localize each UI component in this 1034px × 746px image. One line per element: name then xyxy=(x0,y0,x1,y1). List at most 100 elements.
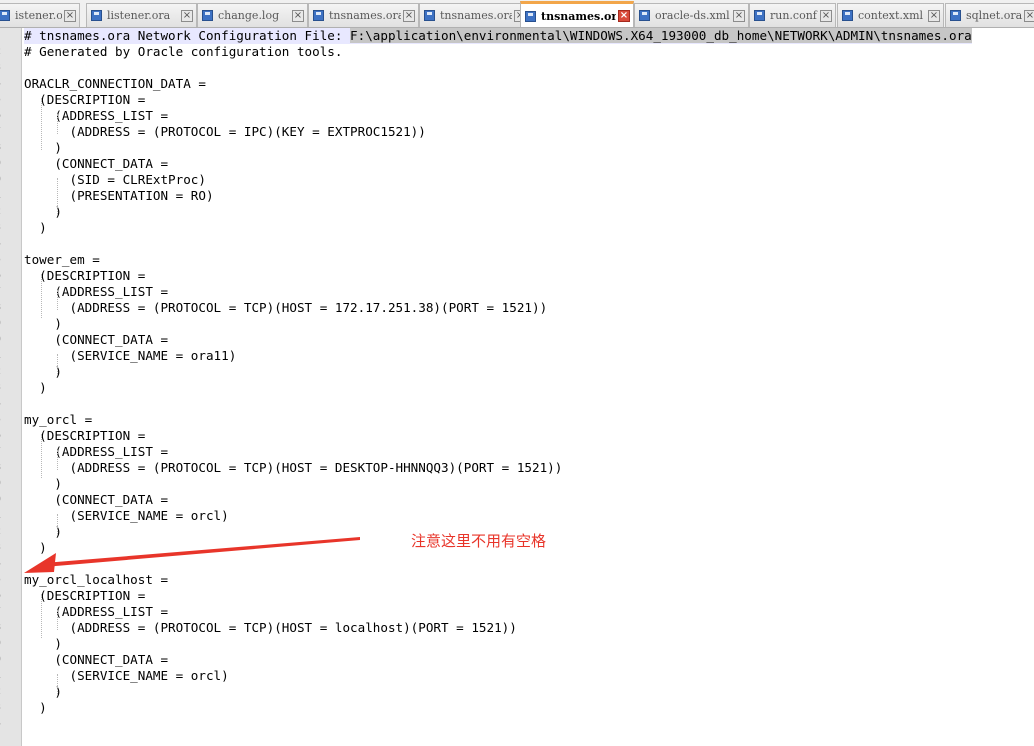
annotation-note: 注意这里不用有空格 xyxy=(411,532,547,550)
line-number: 3 xyxy=(0,700,1,716)
indent-guide xyxy=(57,178,58,214)
line-number: 0 xyxy=(0,652,1,668)
line-number: 4 xyxy=(0,716,1,732)
line-number: 8 xyxy=(0,300,1,316)
code-line: (SERVICE_NAME = ora11) xyxy=(24,348,237,363)
line-number: 0 xyxy=(0,332,1,348)
file-path: F:\application\environmental\WINDOWS.X64… xyxy=(350,28,972,43)
code-line: (ADDRESS_LIST = xyxy=(24,108,169,123)
code-line: (SERVICE_NAME = orcl) xyxy=(24,508,229,523)
tab-9[interactable]: sqlnet.ora × xyxy=(945,3,1034,27)
tab-4[interactable]: tnsnames.ora× xyxy=(419,3,530,27)
code-line: (DESCRIPTION = xyxy=(24,428,146,443)
line-number: 9 xyxy=(0,156,1,172)
code-line: ) xyxy=(24,476,62,491)
indent-guide xyxy=(41,434,42,478)
code-line: (CONNECT_DATA = xyxy=(24,652,169,667)
code-line: ) xyxy=(24,140,62,155)
indent-guide xyxy=(41,594,42,638)
line-number: 3 xyxy=(0,60,1,76)
close-tab-icon[interactable]: × xyxy=(820,9,832,22)
tab-7[interactable]: run.conf × xyxy=(749,3,836,27)
close-tab-icon[interactable]: × xyxy=(64,9,76,22)
indent-guide xyxy=(57,610,58,630)
close-tab-icon[interactable]: × xyxy=(1024,9,1034,22)
indent-guide xyxy=(57,674,58,694)
indent-guide xyxy=(57,354,58,374)
save-file-icon xyxy=(424,10,435,21)
tab-6[interactable]: oracle-ds.xml × xyxy=(634,3,749,27)
tab-1[interactable]: listener.ora × xyxy=(86,3,197,27)
save-file-icon xyxy=(639,10,650,21)
line-number: 4 xyxy=(0,76,1,92)
code-line: (CONNECT_DATA = xyxy=(24,156,169,171)
line-number: 3 xyxy=(0,220,1,236)
save-file-icon xyxy=(950,10,961,21)
save-file-icon xyxy=(313,10,324,21)
code-line: (CONNECT_DATA = xyxy=(24,332,169,347)
code-line: (CONNECT_DATA = xyxy=(24,492,169,507)
line-number: 2 xyxy=(0,684,1,700)
tab-label: istener.ora xyxy=(15,9,62,22)
code-line: (ADDRESS_LIST = xyxy=(24,604,169,619)
line-number: 7 xyxy=(0,444,1,460)
tab-8[interactable]: context.xml × xyxy=(837,3,944,27)
code-line: (ADDRESS_LIST = xyxy=(24,284,169,299)
tab-label: sqlnet.ora xyxy=(966,9,1022,22)
tab-label: listener.ora xyxy=(107,9,171,22)
line-number: 5 xyxy=(0,572,1,588)
tab-label: run.conf xyxy=(770,9,817,22)
text-editor[interactable]: # tnsnames.ora Network Configuration Fil… xyxy=(22,28,1034,746)
line-number: 1 xyxy=(0,508,1,524)
code-line: ) xyxy=(24,636,62,651)
save-file-icon xyxy=(202,10,213,21)
save-file-icon xyxy=(842,10,853,21)
line-number: 5 xyxy=(0,252,1,268)
close-tab-icon[interactable]: × xyxy=(618,10,630,22)
code-line: (PRESENTATION = RO) xyxy=(24,188,214,203)
save-file-icon xyxy=(91,10,102,21)
close-tab-icon[interactable]: × xyxy=(733,9,745,22)
code-line: (SID = CLRExtProc) xyxy=(24,172,206,187)
tab-label: change.log xyxy=(218,9,280,22)
code-line: (DESCRIPTION = xyxy=(24,268,146,283)
code-line: (DESCRIPTION = xyxy=(24,588,146,603)
code-line: (ADDRESS = (PROTOCOL = TCP)(HOST = DESKT… xyxy=(24,460,563,475)
tab-3[interactable]: tnsnames.ora × xyxy=(308,3,419,27)
code-line: # Generated by Oracle configuration tool… xyxy=(24,44,343,59)
save-file-icon xyxy=(525,10,536,22)
code-line: ) xyxy=(24,540,47,555)
indent-guide xyxy=(41,98,42,150)
code-line: (ADDRESS_LIST = xyxy=(24,444,169,459)
line-number: 8 xyxy=(0,140,1,156)
close-tab-icon[interactable]: × xyxy=(928,9,940,22)
code-line: # tnsnames.ora Network Configuration Fil… xyxy=(24,28,972,44)
line-number: 8 xyxy=(0,460,1,476)
tab-5[interactable]: tnsnames.ora × xyxy=(520,1,634,27)
tab-0[interactable]: istener.ora× xyxy=(0,3,80,27)
close-tab-icon[interactable]: × xyxy=(403,9,415,22)
tab-label: tnsnames.ora xyxy=(440,9,512,22)
line-number: 7 xyxy=(0,604,1,620)
tab-label: tnsnames.ora xyxy=(329,9,401,22)
code-line: (DESCRIPTION = xyxy=(24,92,146,107)
tab-bar: istener.ora×listener.ora×change.log×tnsn… xyxy=(0,0,1034,28)
line-number: 3 xyxy=(0,380,1,396)
tab-label: tnsnames.ora xyxy=(541,9,616,23)
tab-label: oracle-ds.xml xyxy=(655,9,730,22)
code-line: (ADDRESS = (PROTOCOL = TCP)(HOST = 172.1… xyxy=(24,300,548,315)
code-line: tower_em = xyxy=(24,252,100,267)
indent-guide xyxy=(41,274,42,318)
line-number: 9 xyxy=(0,476,1,492)
close-tab-icon[interactable]: × xyxy=(181,9,193,22)
code-line: ) xyxy=(24,380,47,395)
close-tab-icon[interactable]: × xyxy=(292,9,304,22)
code-line: (ADDRESS = (PROTOCOL = TCP)(HOST = local… xyxy=(24,620,517,635)
tab-label: context.xml xyxy=(858,9,924,22)
line-number: 6 xyxy=(0,588,1,604)
line-number: 9 xyxy=(0,636,1,652)
code-text: # tnsnames.ora Network Configuration Fil… xyxy=(24,28,351,43)
tab-2[interactable]: change.log × xyxy=(197,3,308,27)
line-number: 7 xyxy=(0,124,1,140)
line-number: 3 xyxy=(0,540,1,556)
